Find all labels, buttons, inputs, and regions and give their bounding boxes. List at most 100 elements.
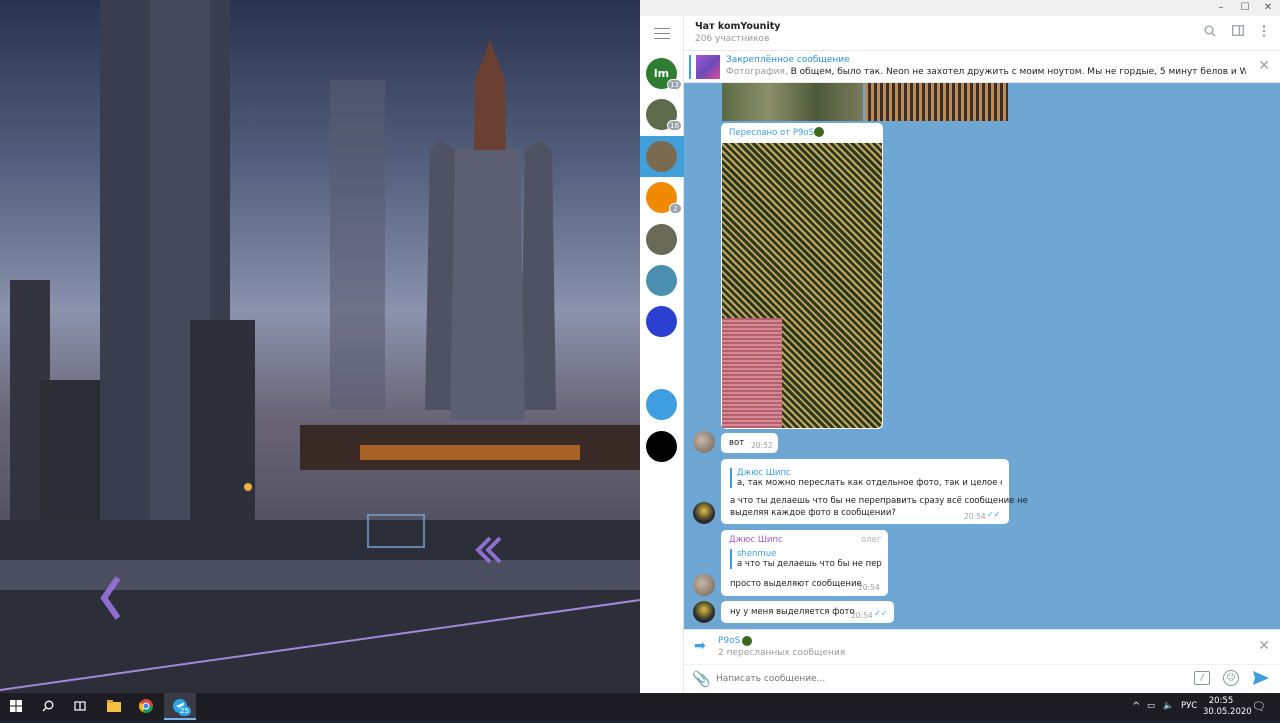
- reply-quote[interactable]: shenmue а что ты делаешь что бы не переп…: [730, 549, 882, 569]
- clock-time: 20:55: [1208, 696, 1234, 706]
- forward-preview-bar[interactable]: ➡ P9oS 2 пересланных сообщения ✕: [684, 629, 1280, 664]
- chat-list-item-artix[interactable]: [640, 301, 684, 342]
- p9os-emoji-icon: [814, 127, 824, 137]
- chat-header[interactable]: Чат komYounity 206 участников: [684, 16, 1280, 51]
- language-indicator[interactable]: РУС: [1181, 693, 1197, 720]
- pinned-body: В общем, было так. Neon не захотел дружи…: [790, 67, 1246, 77]
- message-4[interactable]: ну у меня выделяется фото 20:54 ✓✓: [721, 601, 894, 623]
- notifications-icon[interactable]: 🗨: [1252, 693, 1266, 720]
- emoji-icon[interactable]: ☺: [1223, 670, 1239, 686]
- pinned-message-bar[interactable]: Закреплённое сообщение Фотография, В общ…: [684, 51, 1280, 83]
- message-time: 20:54: [851, 611, 873, 620]
- reply-author: shenmue: [737, 549, 777, 559]
- message-area[interactable]: Переслано от P9oS вот 20:52 Джюс Шипс а,…: [684, 83, 1280, 629]
- search-icon[interactable]: [32, 693, 64, 720]
- message-sender[interactable]: Джюс Шипс: [729, 535, 783, 545]
- telegram-badge: 25: [178, 706, 191, 716]
- forwarded-photo[interactable]: [722, 143, 882, 428]
- user-avatar[interactable]: [693, 431, 715, 453]
- telegram-taskbar-icon[interactable]: 25: [164, 693, 196, 720]
- forwarded-photo-message[interactable]: Переслано от P9oS: [721, 123, 883, 429]
- desktop-wallpaper: [0, 0, 640, 693]
- unread-badge: 13: [667, 79, 682, 90]
- read-checkmarks-icon: ✓✓: [987, 510, 1001, 519]
- reply-quote[interactable]: Джюс Шипс а, так можно переслать как отд…: [730, 468, 1002, 488]
- minimize-button[interactable]: –: [1210, 0, 1232, 16]
- sender-tag: олег: [861, 535, 882, 545]
- close-pinned-icon[interactable]: ✕: [1258, 58, 1270, 74]
- p9os-emoji-icon: [742, 636, 752, 646]
- message-time: 20:52: [751, 441, 773, 450]
- unread-badge: 16: [667, 120, 682, 132]
- chrome-icon[interactable]: [130, 693, 162, 720]
- chat-member-count: 206 участников: [695, 34, 770, 44]
- message-reply-2[interactable]: Джюс Шипс олег shenmue а что ты делаешь …: [721, 530, 888, 596]
- photo-previous-2[interactable]: [865, 83, 1008, 121]
- forwarded-from-label[interactable]: Переслано от P9oS: [729, 128, 814, 138]
- cancel-forward-icon[interactable]: ✕: [1258, 638, 1270, 654]
- chat-list-item-arch[interactable]: 2: [640, 177, 684, 218]
- clock-date: 30.05.2020: [1203, 707, 1252, 717]
- maximize-button[interactable]: ☐: [1234, 0, 1256, 16]
- chat-list-item-terminal[interactable]: [640, 426, 684, 467]
- reply-snippet: а что ты делаешь что бы не перепр...: [737, 559, 882, 569]
- chat-avatar: [646, 430, 677, 462]
- clock[interactable]: 20:55 30.05.2020: [1203, 693, 1252, 720]
- unread-badge: 2: [669, 203, 682, 215]
- chat-avatar: [646, 265, 677, 296]
- wallpaper-art: [0, 0, 640, 693]
- forward-arrow-icon: ➡: [694, 638, 706, 654]
- chat-title: Чат komYounity: [695, 21, 781, 32]
- message-reply-1[interactable]: Джюс Шипс а, так можно переслать как отд…: [721, 459, 1028, 524]
- message-text: ну у меня выделяется фото: [730, 607, 855, 617]
- search-icon[interactable]: [1202, 25, 1218, 41]
- pinned-label: Фотография,: [726, 67, 788, 77]
- message-text: вот: [729, 438, 745, 448]
- pinned-title: Закреплённое сообщение: [726, 55, 850, 65]
- read-checkmarks-icon: ✓✓: [874, 609, 888, 618]
- chat-list-item-chat-2[interactable]: 16: [640, 94, 684, 135]
- taskbar: 25 ^ ▭ 🔈 РУС 20:55 30.05.2020 🗨: [0, 693, 1280, 720]
- telegram-window: – ☐ ✕ lm 13 16 2 Чат komYounity 206 участни…: [640, 0, 1280, 693]
- attach-icon[interactable]: 📎: [692, 670, 711, 688]
- file-explorer-icon[interactable]: [98, 693, 130, 720]
- message-line-1: а что ты делаешь что бы не переправить с…: [730, 496, 1028, 506]
- chat-avatar: [646, 389, 677, 421]
- bot-commands-icon[interactable]: /: [1194, 671, 1210, 685]
- photo-previous-1[interactable]: [722, 83, 863, 121]
- close-button[interactable]: ✕: [1257, 0, 1279, 16]
- reply-author: Джюс Шипс: [737, 468, 791, 478]
- task-view-icon[interactable]: [64, 693, 96, 720]
- send-icon[interactable]: [1252, 670, 1270, 686]
- message-time: 20:54: [964, 512, 986, 521]
- reply-snippet: а, так можно переслать как отдельное фот…: [737, 478, 1002, 488]
- chat-list-item-lm[interactable]: lm 13: [640, 53, 684, 94]
- user-avatar[interactable]: [693, 601, 715, 623]
- chat-avatar: [646, 140, 677, 172]
- chat-list-item-tux[interactable]: [640, 260, 684, 301]
- volume-icon[interactable]: 🔈: [1163, 693, 1174, 720]
- message-vot[interactable]: вот 20:52: [721, 433, 778, 453]
- message-input[interactable]: [716, 670, 1186, 688]
- chat-list-item-linux[interactable]: [640, 343, 684, 384]
- user-avatar[interactable]: [693, 502, 715, 524]
- forward-count: 2 пересланных сообщения: [718, 648, 846, 658]
- message-line-2: выделяя каждое фото в сообщении?: [730, 508, 896, 518]
- tray-overflow-icon[interactable]: ^: [1132, 693, 1140, 720]
- user-avatar[interactable]: [693, 574, 715, 596]
- chat-list-item-komYounity[interactable]: [640, 135, 684, 177]
- more-options-icon[interactable]: [1256, 25, 1272, 41]
- windows-start-icon[interactable]: [0, 693, 32, 720]
- message-input-bar: 📎 / ☺: [684, 664, 1280, 693]
- menu-icon[interactable]: [654, 28, 670, 39]
- pinned-text: Фотография, В общем, было так. Neon не з…: [726, 67, 1246, 77]
- chat-avatar: [646, 347, 677, 379]
- message-text: просто выделяют сообщение: [730, 579, 862, 589]
- pinned-accent-bar: [689, 55, 691, 79]
- chat-list-sidebar: lm 13 16 2: [640, 16, 684, 693]
- pinned-thumbnail: [696, 55, 720, 79]
- sidebar-toggle-icon[interactable]: [1230, 25, 1246, 41]
- network-icon[interactable]: ▭: [1147, 693, 1155, 720]
- chat-list-item-saved[interactable]: [640, 384, 684, 425]
- chat-list-item-chat-5[interactable]: [640, 219, 684, 260]
